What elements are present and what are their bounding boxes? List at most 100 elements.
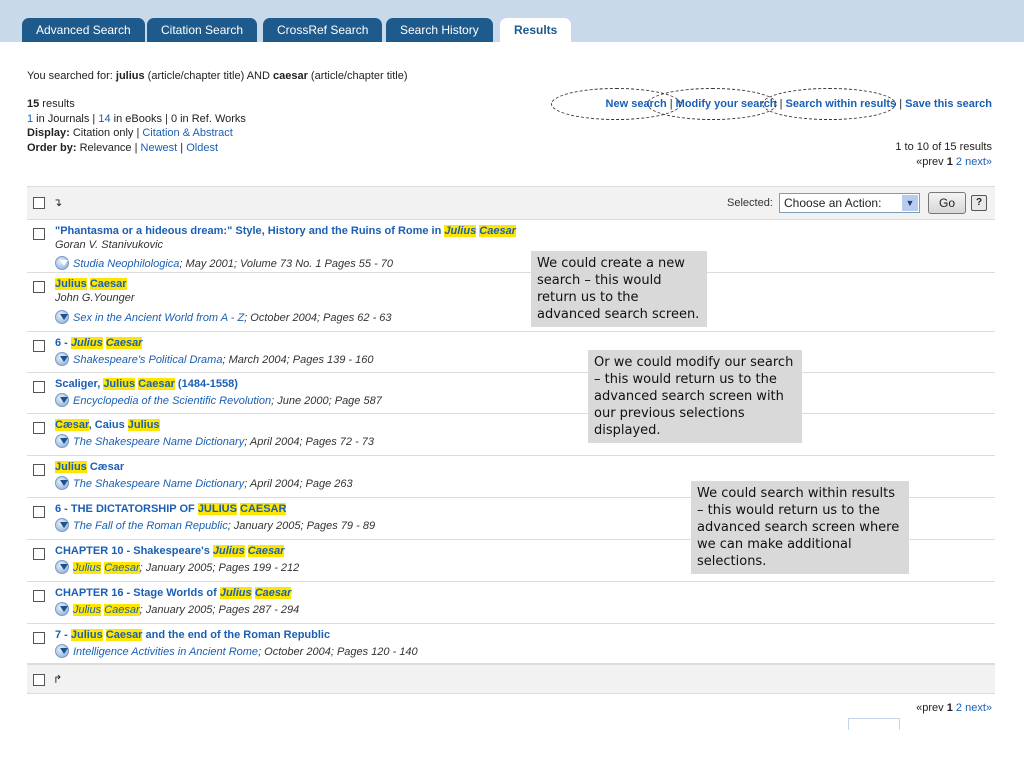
query-term-2: caesar [273, 70, 308, 82]
ebooks-count-link[interactable]: 14 [98, 113, 110, 125]
journal-icon[interactable] [55, 256, 69, 270]
title-text: CHAPTER 16 - Stage Worlds of [55, 587, 220, 599]
source-title-link[interactable]: Julius Caesar [73, 562, 140, 574]
ebook-icon[interactable] [55, 560, 69, 574]
ebooks-label: in eBooks | 0 in Ref. Works [110, 113, 246, 125]
result-source: Encyclopedia of the Scientific Revolutio… [55, 393, 382, 407]
result-checkbox[interactable] [33, 422, 45, 434]
title-text: and the end of the Roman Republic [142, 629, 331, 641]
result-source: The Fall of the Roman Republic; January … [55, 518, 375, 532]
select-all-checkbox[interactable] [33, 197, 45, 209]
source-title-link[interactable]: Studia Neophilologica [73, 258, 179, 270]
title-text: Cæsar [86, 461, 125, 473]
highlighted-term: CAESAR [240, 503, 287, 515]
highlighted-term: Julius [55, 461, 87, 473]
result-source: The Shakespeare Name Dictionary; April 2… [55, 434, 374, 448]
source-title-link[interactable]: The Shakespeare Name Dictionary [73, 478, 244, 490]
result-checkbox[interactable] [33, 632, 45, 644]
order-label: Order by: [27, 142, 77, 154]
tab-crossref-search[interactable]: CrossRef Search [263, 18, 383, 42]
tab-citation-search[interactable]: Citation Search [147, 18, 258, 42]
source-title-link[interactable]: Intelligence Activities in Ancient Rome [73, 646, 258, 658]
result-title-link[interactable]: CHAPTER 16 - Stage Worlds of Julius Caes… [55, 587, 292, 599]
result-source: Sex in the Ancient World from A - Z; Oct… [55, 310, 392, 324]
result-source: Intelligence Activities in Ancient Rome;… [55, 644, 418, 658]
source-title-link[interactable]: Shakespeare's Political Drama [73, 354, 222, 366]
select-arrow-icon: ↴ [53, 197, 63, 209]
result-checkbox[interactable] [33, 548, 45, 560]
title-text: 6 - [55, 337, 71, 349]
result-title-link[interactable]: 7 - Julius Caesar and the end of the Rom… [55, 629, 330, 641]
ebook-icon[interactable] [55, 393, 69, 407]
results-count-label: results [39, 98, 75, 110]
highlighted-term: Caesar [89, 278, 127, 290]
tab-search-history[interactable]: Search History [386, 18, 493, 42]
result-checkbox[interactable] [33, 464, 45, 476]
result-title-link[interactable]: 6 - THE DICTATORSHIP OF JULIUS CAESAR [55, 503, 287, 515]
result-title-link[interactable]: CHAPTER 10 - Shakespeare's Julius Caesar [55, 545, 285, 557]
order-oldest-link[interactable]: Oldest [186, 142, 218, 154]
display-citation-abstract-link[interactable]: Citation & Abstract [142, 127, 233, 139]
result-checkbox[interactable] [33, 506, 45, 518]
result-checkbox[interactable] [33, 590, 45, 602]
result-title-link[interactable]: Julius Caesar [55, 278, 127, 290]
next-page-link[interactable]: next» [965, 156, 992, 168]
title-text: CHAPTER 10 - Shakespeare's [55, 545, 213, 557]
ebook-icon[interactable] [55, 518, 69, 532]
ebook-icon[interactable] [55, 434, 69, 448]
tab-results[interactable]: Results [500, 18, 572, 42]
tab-advanced-search[interactable]: Advanced Search [22, 18, 145, 42]
ebook-icon[interactable] [55, 476, 69, 490]
highlighted-term: Julius [444, 225, 477, 237]
highlighted-term: Caesar [138, 378, 175, 390]
result-checkbox[interactable] [33, 381, 45, 393]
journals-label: in Journals | [33, 113, 99, 125]
result-checkbox[interactable] [33, 228, 45, 240]
result-source: Julius Caesar; January 2005; Pages 199 -… [55, 560, 299, 574]
order-newest-link[interactable]: Newest [141, 142, 178, 154]
ebook-icon[interactable] [55, 644, 69, 658]
next-page-link-bottom[interactable]: next» [965, 702, 992, 714]
select-all-checkbox-bottom[interactable] [33, 674, 45, 686]
result-row: 7 - Julius Caesar and the end of the Rom… [27, 624, 995, 664]
source-details: ; March 2004; Pages 139 - 160 [222, 354, 374, 366]
source-title-link[interactable]: Julius Caesar [73, 604, 140, 616]
source-details: ; May 2001; Volume 73 No. 1 Pages 55 - 7… [179, 258, 394, 270]
highlighted-term: Julius [212, 545, 245, 557]
order-separator: | [177, 142, 187, 154]
source-details: ; January 2005; Pages 199 - 212 [139, 562, 300, 574]
result-source: Studia Neophilologica; May 2001; Volume … [55, 256, 393, 270]
result-checkbox[interactable] [33, 340, 45, 352]
result-row: 6 - Julius Caesar Shakespeare's Political… [27, 332, 995, 373]
result-row: Julius Caesar John G.Younger Sex in the An… [27, 273, 995, 332]
result-checkbox[interactable] [33, 281, 45, 293]
query-field-1: (article/chapter title) AND [144, 70, 273, 82]
highlighted-term: Julius [70, 337, 103, 349]
source-details: ; January 2005; Pages 287 - 294 [139, 604, 300, 616]
source-title-link[interactable]: The Shakespeare Name Dictionary [73, 436, 244, 448]
source-title-link[interactable]: The Fall of the Roman Republic [73, 520, 228, 532]
save-search-link[interactable]: Save this search [905, 98, 992, 110]
title-text: , Caius [88, 419, 128, 431]
highlighted-term: Caesar [104, 604, 140, 616]
ebook-icon[interactable] [55, 602, 69, 616]
help-icon[interactable]: ? [971, 195, 987, 211]
results-count-number: 15 [27, 98, 40, 110]
result-title-link[interactable]: Scaliger, Julius Caesar (1484-1558) [55, 378, 238, 390]
annotation-note-new-search: We could create a new search – this woul… [531, 251, 707, 327]
highlighted-term: Caesar [479, 225, 516, 237]
result-title-link[interactable]: 6 - Julius Caesar [55, 337, 143, 349]
source-title-link[interactable]: Sex in the Ancient World from A - Z [73, 312, 244, 324]
go-button[interactable]: Go [928, 192, 966, 214]
result-title-link[interactable]: "Phantasma or a hideous dream:" Style, H… [55, 225, 516, 237]
ebook-icon[interactable] [55, 310, 69, 324]
annotation-note-search-within: We could search within results – this wo… [691, 481, 909, 574]
source-title-link[interactable]: Encyclopedia of the Scientific Revolutio… [73, 395, 271, 407]
ebook-icon[interactable] [55, 352, 69, 366]
pagination-bottom: «prev 1 2 next» [916, 702, 992, 714]
action-select[interactable]: Choose an Action: ▼ [779, 193, 920, 213]
result-title-link[interactable]: Julius Cæsar [55, 461, 124, 473]
result-title-link[interactable]: Cæsar, Caius Julius [55, 419, 160, 431]
scroll-widget [848, 718, 900, 730]
highlighted-term: Cæsar [55, 419, 89, 431]
